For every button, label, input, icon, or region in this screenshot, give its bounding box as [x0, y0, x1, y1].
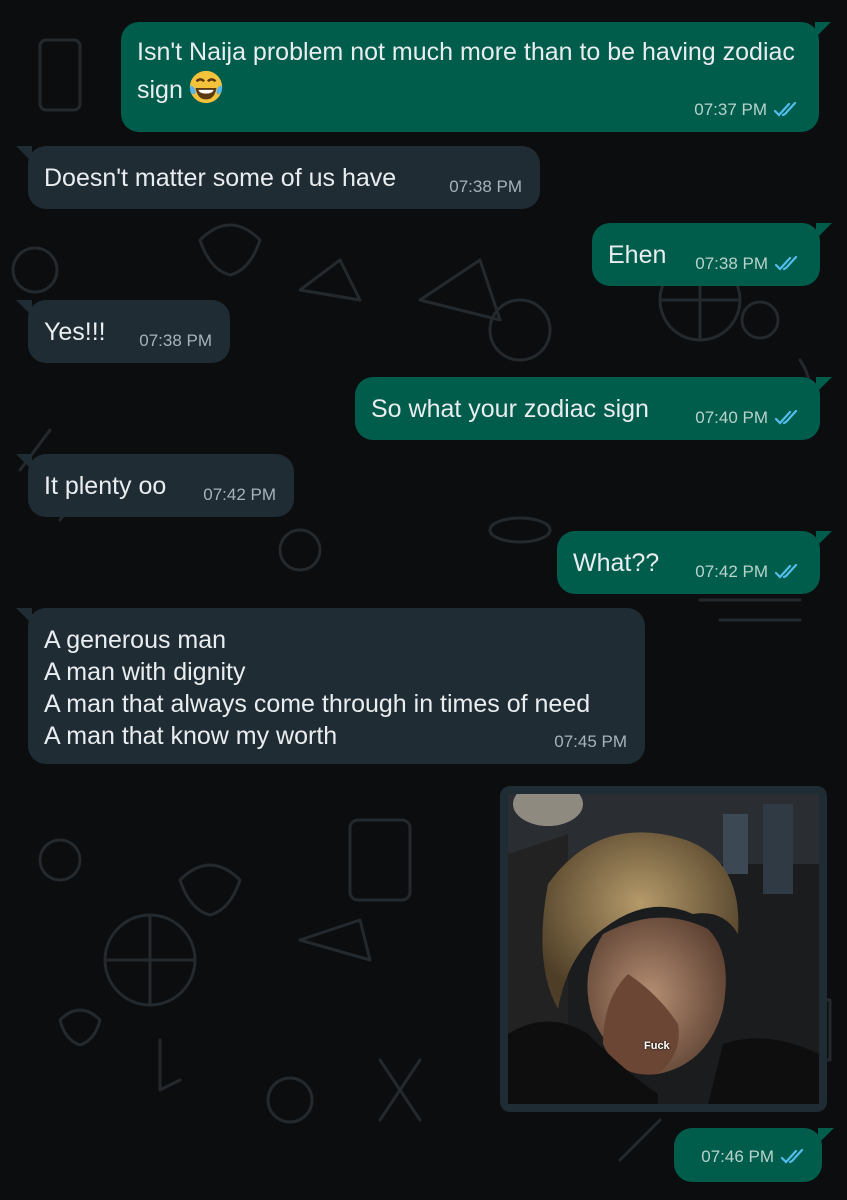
bubble-tail	[816, 223, 832, 239]
message-meta: 07:38 PM	[139, 331, 212, 351]
bubble-tail	[816, 531, 832, 547]
message-incoming[interactable]: Doesn't matter some of us have 07:38 PM	[16, 146, 540, 209]
message-text: It plenty oo	[44, 472, 167, 500]
bubble-tail	[816, 377, 832, 393]
gif-message[interactable]: Fuck	[500, 786, 827, 1112]
message-time: 07:38 PM	[449, 177, 522, 196]
face-with-tears-of-joy-icon	[189, 70, 223, 104]
message-meta: 07:40 PM	[695, 408, 802, 428]
bubble-tail	[16, 146, 32, 162]
message-outgoing[interactable]: 07:46 PM	[674, 1128, 834, 1182]
gif-preview[interactable]: Fuck	[508, 794, 819, 1104]
double-check-read-icon	[774, 256, 798, 271]
message-meta: 07:42 PM	[203, 485, 276, 505]
gif-image	[508, 794, 819, 1104]
bubble-tail	[815, 22, 831, 38]
message-time: 07:42 PM	[695, 562, 768, 581]
double-check-read-icon	[774, 564, 798, 579]
message-outgoing[interactable]: Ehen 07:38 PM	[592, 223, 832, 286]
message-text: Yes!!!	[44, 318, 106, 346]
double-check-read-icon	[773, 102, 797, 117]
bubble-tail	[16, 300, 32, 316]
message-incoming[interactable]: A generous man A man with dignity A man …	[16, 608, 645, 764]
bubble-tail	[818, 1128, 834, 1144]
bubble-tail	[16, 608, 32, 624]
message-meta: 07:45 PM	[554, 732, 627, 752]
message-time: 07:40 PM	[695, 408, 768, 427]
message-text: What??	[573, 549, 660, 577]
message-incoming[interactable]: Yes!!! 07:38 PM	[16, 300, 230, 363]
message-meta: 07:42 PM	[695, 562, 802, 582]
message-outgoing[interactable]: What?? 07:42 PM	[557, 531, 832, 594]
message-outgoing[interactable]: Isn't Naija problem not much more than t…	[121, 22, 831, 132]
message-time: 07:38 PM	[695, 254, 768, 273]
message-meta: 07:38 PM	[695, 254, 802, 274]
message-incoming[interactable]: It plenty oo 07:42 PM	[16, 454, 294, 517]
message-text: So what your zodiac sign	[371, 395, 649, 423]
bubble-tail	[16, 454, 32, 470]
double-check-read-icon	[774, 410, 798, 425]
message-time: 07:46 PM	[701, 1147, 774, 1166]
message-time: 07:42 PM	[203, 485, 276, 504]
gif-caption: Fuck	[644, 1040, 670, 1052]
message-outgoing[interactable]: So what your zodiac sign 07:40 PM	[355, 377, 832, 440]
message-text: Doesn't matter some of us have	[44, 164, 397, 192]
message-meta: 07:37 PM	[694, 100, 801, 120]
message-meta: 07:46 PM	[701, 1147, 808, 1167]
message-time: 07:38 PM	[139, 331, 212, 350]
message-meta: 07:38 PM	[449, 177, 522, 197]
double-check-read-icon	[780, 1149, 804, 1164]
message-text: Ehen	[608, 241, 667, 269]
chat-area: Isn't Naija problem not much more than t…	[0, 0, 847, 1200]
message-text: Isn't Naija problem not much more than t…	[137, 38, 802, 104]
message-time: 07:45 PM	[554, 732, 627, 751]
message-time: 07:37 PM	[694, 100, 767, 119]
